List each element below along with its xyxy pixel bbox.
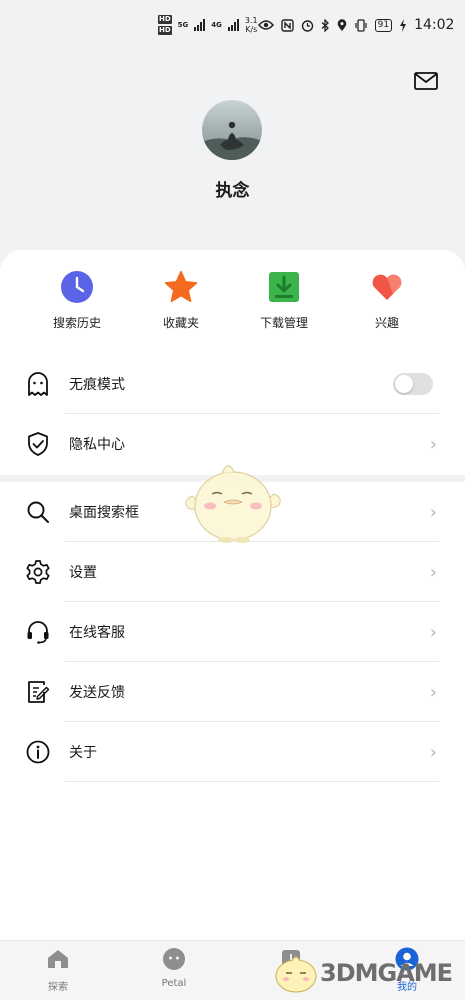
network-speed-unit: K/s [245, 25, 258, 34]
watermark-logo: 3DMGAME [272, 952, 453, 994]
search-icon [27, 501, 49, 523]
row-label: 桌面搜索框 [69, 505, 139, 521]
avatar-image [202, 100, 262, 160]
network-speed-value: 3.1 [244, 16, 258, 25]
alarm-icon [301, 19, 313, 32]
shield-check-icon [28, 432, 48, 456]
hd-badge-2: HD [158, 26, 172, 35]
hd-badges: HD HD [158, 14, 172, 36]
clock-icon [61, 271, 93, 303]
row-label: 设置 [69, 565, 97, 581]
quick-action-label: 兴趣 [374, 316, 399, 330]
charging-icon [400, 18, 407, 32]
battery-indicator: 91 [374, 18, 393, 32]
quick-action-favorites[interactable]: 收藏夹 [141, 270, 221, 331]
watermark-text: 3DMGAME [320, 959, 453, 987]
row-label: 关于 [69, 745, 97, 761]
messages-button[interactable] [413, 68, 439, 94]
row-about[interactable]: 关于 › [0, 722, 465, 782]
chevron-right-icon: › [429, 681, 437, 703]
row-incognito-mode[interactable]: 无痕模式 [0, 354, 465, 414]
vibrate-icon [355, 18, 367, 32]
network-type-1: 5G [177, 21, 189, 29]
chevron-right-icon: › [429, 501, 437, 523]
row-label: 无痕模式 [69, 377, 125, 393]
tab-petal[interactable]: Petal [139, 947, 209, 989]
row-send-feedback[interactable]: 发送反馈 › [0, 662, 465, 722]
row-settings[interactable]: 设置 › [0, 542, 465, 602]
heart-icon [372, 274, 402, 300]
quick-action-search-history[interactable]: 搜索历史 [37, 270, 117, 331]
bluetooth-icon [321, 18, 329, 32]
chevron-right-icon: › [429, 741, 437, 763]
signal-icon-1 [194, 19, 206, 31]
row-label: 隐私中心 [69, 437, 125, 453]
quick-action-label: 搜索历史 [52, 316, 101, 330]
nfc-icon [280, 18, 294, 32]
hd-badge-1: HD [158, 15, 172, 24]
tab-label: 探索 [48, 982, 68, 993]
row-label: 发送反馈 [69, 685, 125, 701]
quick-action-interests[interactable]: 兴趣 [347, 270, 427, 331]
download-icon [269, 272, 299, 302]
quick-action-downloads[interactable]: 下载管理 [244, 270, 324, 331]
feedback-icon [28, 681, 50, 703]
watermark-mascot-icon [275, 956, 317, 993]
info-icon [26, 740, 50, 764]
home-icon [48, 950, 68, 968]
tab-explore[interactable]: 探索 [23, 947, 93, 993]
toggle-knob [395, 375, 413, 393]
avatar[interactable] [202, 100, 262, 160]
quick-action-label: 收藏夹 [162, 316, 199, 330]
quick-action-label: 下载管理 [259, 316, 308, 330]
mascot-sticker [185, 465, 281, 543]
username[interactable]: 执念 [0, 176, 465, 201]
mail-icon [414, 72, 438, 90]
network-type-2: 4G [211, 21, 222, 29]
network-speed: 3.1 K/s [245, 16, 258, 34]
star-icon [164, 270, 198, 303]
tab-label: Petal [161, 978, 187, 989]
chevron-right-icon: › [429, 621, 437, 643]
petal-icon [163, 948, 185, 970]
clock: 14:02 [414, 17, 455, 33]
divider [65, 781, 439, 782]
status-bar: HD HD 5G 4G 3.1 K/s 91 14:02 [0, 0, 465, 50]
row-online-support[interactable]: 在线客服 › [0, 602, 465, 662]
chevron-right-icon: › [429, 433, 437, 455]
signal-icon-2 [227, 19, 239, 31]
eye-icon [257, 20, 274, 30]
headset-icon [27, 621, 49, 644]
ghost-icon [28, 372, 48, 396]
chevron-right-icon: › [429, 561, 437, 583]
location-icon [337, 18, 346, 31]
incognito-toggle[interactable] [393, 373, 433, 395]
gear-icon [26, 560, 50, 584]
row-label: 在线客服 [69, 625, 125, 641]
